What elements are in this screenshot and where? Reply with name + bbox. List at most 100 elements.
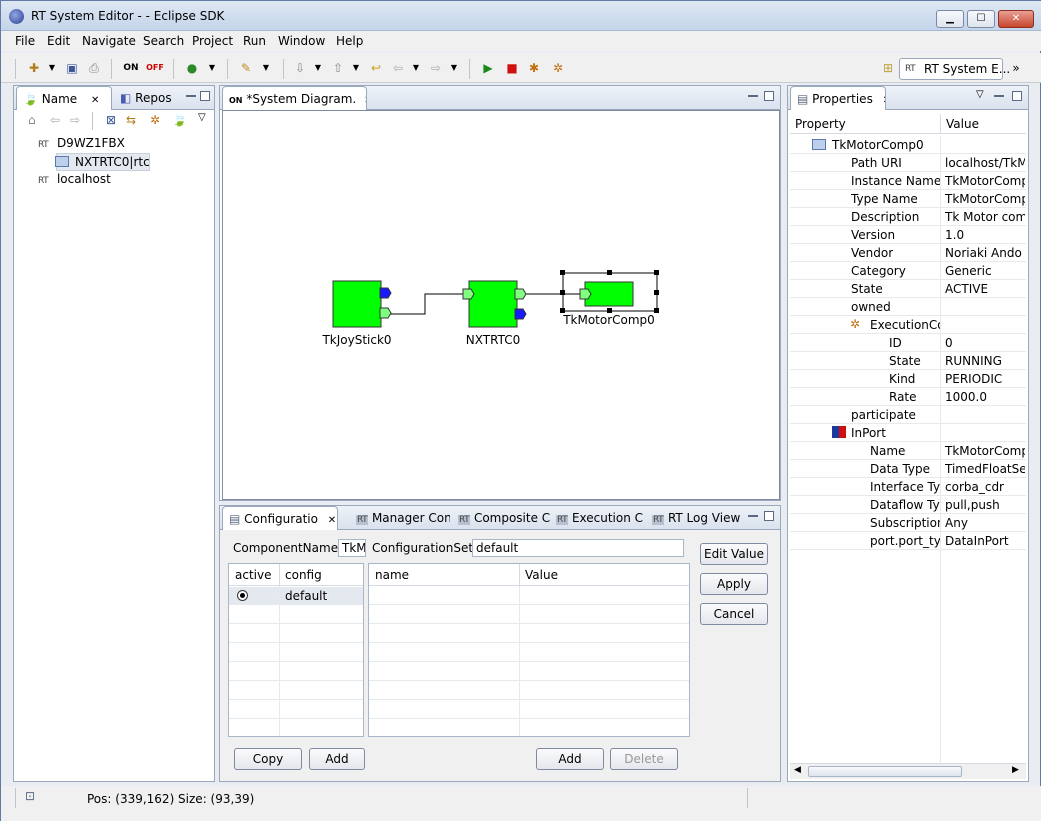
add-name-server-icon[interactable]: ⊠ (106, 113, 116, 127)
back-icon[interactable]: ⇦ (389, 59, 407, 77)
new-dropdown-icon[interactable]: ▼ (43, 59, 61, 77)
active-radio[interactable] (237, 590, 248, 601)
property-row[interactable]: Dataflow Typ pull,push (790, 496, 1026, 514)
next-annotation-icon[interactable]: ⇩ (291, 59, 309, 77)
back-dropdown-icon[interactable]: ▼ (407, 59, 425, 77)
copy-button[interactable]: Copy (234, 748, 302, 770)
forward-dropdown-icon[interactable]: ▼ (445, 59, 463, 77)
selection-handle[interactable] (560, 270, 565, 275)
delete-param-button[interactable]: Delete (610, 748, 678, 770)
menu-project[interactable]: Project (192, 34, 233, 48)
edit-value-button[interactable]: Edit Value (700, 543, 768, 565)
online-icon[interactable]: ON (121, 59, 141, 77)
property-row[interactable]: Interface Typ corba_cdr (790, 478, 1026, 496)
home-icon[interactable]: ⌂ (28, 113, 36, 127)
close-icon[interactable]: ✕ (91, 95, 99, 106)
property-row[interactable]: participate (790, 406, 1026, 424)
tab-configuration[interactable]: ▤ Configuratio ✕ (222, 506, 338, 530)
property-row[interactable]: Type Name TkMotorComp (790, 190, 1026, 208)
connection-joystick-nxt[interactable] (389, 293, 463, 315)
start-icon[interactable]: ✱ (525, 59, 543, 77)
run-dropdown-icon[interactable]: ▼ (203, 59, 221, 77)
tab-composite-component[interactable]: RT Composite C (452, 506, 550, 530)
menu-edit[interactable]: Edit (47, 34, 70, 48)
activate-icon[interactable]: ▶ (479, 59, 497, 77)
property-row[interactable]: Kind PERIODIC (790, 370, 1026, 388)
prev-dropdown-icon[interactable]: ▼ (347, 59, 365, 77)
property-row[interactable]: Name TkMotorComp0 (790, 442, 1026, 460)
view-menu-icon[interactable]: ▽ (976, 89, 984, 100)
print-icon[interactable]: ⎙ (85, 59, 103, 77)
selection-handle[interactable] (654, 270, 659, 275)
property-row[interactable]: InPort (790, 424, 1026, 442)
component-nxtrtc0[interactable] (468, 280, 518, 328)
refresh-icon[interactable]: ⇆ (126, 113, 136, 127)
outport-blue-icon[interactable] (379, 287, 392, 299)
diagram-canvas[interactable]: TkJoyStick0 NXTRTC0 TkMotorComp0 (222, 110, 780, 500)
apply-button[interactable]: Apply (700, 573, 768, 595)
tree-item-localhost[interactable]: RT localhost (38, 172, 111, 186)
column-property[interactable]: Property (795, 117, 846, 131)
menu-window[interactable]: Window (278, 34, 325, 48)
add-param-button[interactable]: Add (536, 748, 604, 770)
scroll-right-icon[interactable]: ▶ (1012, 765, 1019, 775)
menu-navigate[interactable]: Navigate (82, 34, 136, 48)
inport-green-icon[interactable] (579, 288, 592, 300)
horizontal-scrollbar[interactable]: ◀ ▶ (790, 763, 1026, 779)
tree-item-d9wz1fbx[interactable]: RT D9WZ1FBX (38, 136, 125, 150)
view-menu-icon[interactable]: ▽ (198, 112, 206, 123)
cancel-button[interactable]: Cancel (700, 603, 768, 625)
menu-run[interactable]: Run (243, 34, 266, 48)
outport-blue-icon[interactable] (514, 308, 527, 320)
maximize-view-icon[interactable] (764, 91, 774, 101)
column-config[interactable]: config (285, 568, 322, 582)
close-icon[interactable]: ✕ (364, 95, 366, 106)
component-tkjoystick0[interactable] (332, 280, 382, 328)
minimize-view-icon[interactable] (748, 515, 758, 517)
outport-green-icon[interactable] (514, 288, 527, 300)
maximize-view-icon[interactable] (764, 511, 774, 521)
minimize-view-icon[interactable] (748, 95, 758, 97)
tab-rt-log-view[interactable]: RT RT Log View (646, 506, 744, 530)
column-value[interactable]: Value (946, 117, 979, 131)
perspective-more-icon[interactable]: » (1007, 59, 1025, 77)
property-row[interactable]: State RUNNING (790, 352, 1026, 370)
property-row[interactable]: owned (790, 298, 1026, 316)
column-name[interactable]: name (375, 568, 409, 582)
open-perspective-icon[interactable]: ⊞ (879, 59, 897, 77)
outport-green-icon[interactable] (379, 307, 392, 319)
property-row[interactable]: State ACTIVE (790, 280, 1026, 298)
column-active[interactable]: active (235, 568, 271, 582)
menu-search[interactable]: Search (143, 34, 184, 48)
configuration-set-field[interactable]: default (472, 539, 684, 557)
selection-handle[interactable] (654, 290, 659, 295)
tab-repository[interactable]: ◧ Repos (114, 86, 184, 110)
property-row[interactable]: ✲ ExecutionCor (790, 316, 1026, 334)
selection-handle[interactable] (560, 290, 565, 295)
property-row[interactable]: Description Tk Motor comp (790, 208, 1026, 226)
maximize-view-icon[interactable] (1012, 91, 1022, 101)
tools-dropdown-icon[interactable]: ▼ (257, 59, 275, 77)
menu-file[interactable]: File (15, 34, 35, 48)
deactivate-icon[interactable]: ■ (503, 59, 521, 77)
selection-handle[interactable] (607, 270, 612, 275)
scroll-thumb[interactable] (808, 766, 962, 777)
tools-icon[interactable]: ✎ (237, 59, 255, 77)
tab-execution-context[interactable]: RT Execution C (550, 506, 646, 530)
property-row[interactable]: Subscription Any (790, 514, 1026, 532)
tab-name[interactable]: 🍃 Name ✕ (16, 86, 112, 110)
column-value[interactable]: Value (525, 568, 558, 582)
scroll-left-icon[interactable]: ◀ (794, 765, 801, 775)
forward-icon[interactable]: ⇨ (70, 113, 80, 127)
minimize-view-icon[interactable] (186, 95, 196, 97)
maximize-view-icon[interactable] (200, 91, 210, 101)
property-row[interactable]: Rate 1000.0 (790, 388, 1026, 406)
component-tkmotorcomp0[interactable] (584, 281, 634, 307)
fast-view-icon[interactable]: ⊡ (25, 789, 35, 803)
config-set-row[interactable]: default (229, 587, 363, 605)
component-name-field[interactable]: TkM (338, 539, 366, 557)
last-edit-icon[interactable]: ↩ (367, 59, 385, 77)
close-icon[interactable]: ✕ (328, 515, 336, 526)
property-row[interactable]: Version 1.0 (790, 226, 1026, 244)
property-row[interactable]: port.port_typ DataInPort (790, 532, 1026, 550)
